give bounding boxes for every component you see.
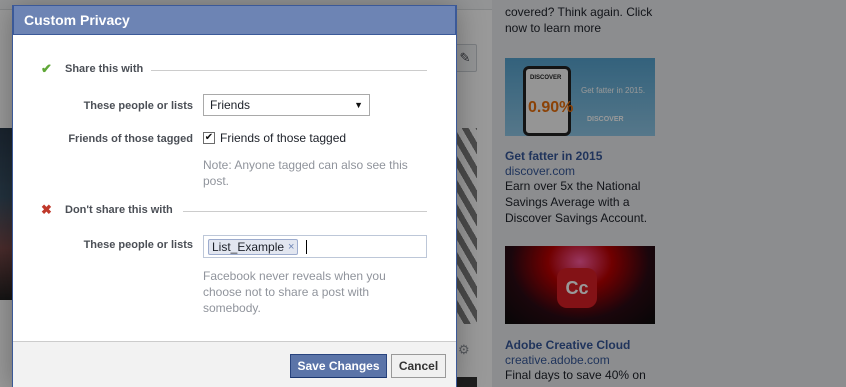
caret-down-icon: ▼	[354, 100, 363, 110]
share-divider	[151, 70, 427, 71]
tagged-note: Note: Anyone tagged can also see this po…	[203, 158, 408, 188]
dialog-footer: Save Changes Cancel	[13, 341, 456, 387]
token-label: List_Example	[212, 239, 285, 254]
cross-icon: ✖	[41, 202, 52, 217]
dialog-title: Custom Privacy	[24, 12, 130, 28]
share-people-select[interactable]: Friends ▼	[203, 94, 370, 116]
save-changes-button[interactable]: Save Changes	[290, 354, 387, 378]
close-icon[interactable]: ×	[288, 241, 294, 253]
dialog-body: ✔ Share this with These people or lists …	[13, 35, 456, 341]
dont-share-people-label: These people or lists	[83, 239, 193, 251]
tagged-checkbox-label: Friends of those tagged	[220, 131, 347, 145]
tagged-label: Friends of those tagged	[68, 133, 193, 145]
dont-share-people-input[interactable]: List_Example ×	[203, 235, 427, 258]
tagged-checkbox[interactable]: ✔	[203, 132, 215, 144]
dont-share-divider	[183, 211, 427, 212]
custom-privacy-dialog: Custom Privacy ✔ Share this with These p…	[12, 5, 457, 387]
share-people-label: These people or lists	[83, 100, 193, 112]
dont-share-note: Facebook never reveals when you choose n…	[203, 269, 386, 315]
dialog-header: Custom Privacy	[13, 5, 456, 35]
cancel-button[interactable]: Cancel	[391, 354, 446, 378]
dont-share-section-heading: ✖ Don't share this with	[41, 202, 173, 218]
share-heading-text: Share this with	[65, 63, 144, 75]
share-people-value: Friends	[210, 98, 251, 112]
share-section-heading: ✔ Share this with	[41, 61, 143, 77]
check-icon: ✔	[41, 61, 52, 76]
tagged-checkbox-row[interactable]: ✔ Friends of those tagged	[203, 131, 346, 145]
text-caret	[306, 239, 308, 254]
dont-share-heading-text: Don't share this with	[65, 204, 173, 216]
token-list-example[interactable]: List_Example ×	[208, 238, 299, 255]
